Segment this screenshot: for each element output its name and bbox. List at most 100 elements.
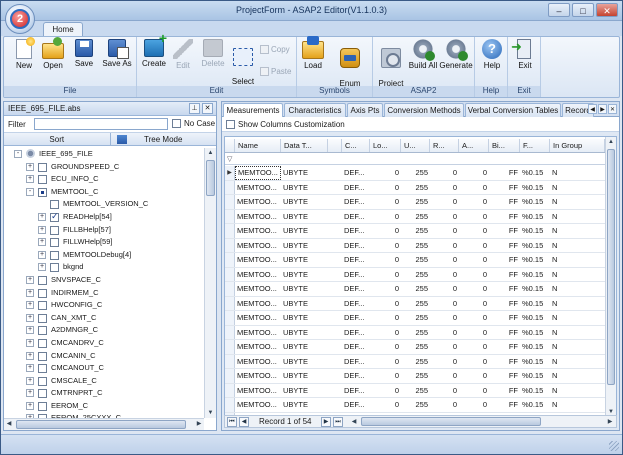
expand-icon[interactable]: +: [38, 238, 46, 247]
no-case-checkbox[interactable]: No Case: [172, 119, 215, 128]
table-cell[interactable]: DEF...: [342, 326, 370, 340]
table-cell[interactable]: 255: [401, 224, 430, 238]
table-cell[interactable]: FF: [489, 224, 520, 238]
table-cell[interactable]: N: [550, 369, 605, 383]
table-row[interactable]: MEMTOO... UBYTE DEF... 0 255 0 0 FF %0.15 N: [225, 253, 605, 268]
table-cell[interactable]: 255: [401, 282, 430, 296]
table-cell[interactable]: MEMTOO...: [235, 210, 281, 224]
scroll-up-icon[interactable]: ▲: [205, 148, 216, 158]
table-cell[interactable]: UBYTE: [281, 340, 328, 354]
table-cell[interactable]: 0: [459, 340, 489, 354]
scroll-right-icon[interactable]: ▶: [194, 419, 204, 430]
table-cell[interactable]: N: [550, 253, 605, 267]
node-checkbox[interactable]: [38, 389, 47, 399]
table-cell[interactable]: FF: [489, 282, 520, 296]
table-cell[interactable]: 0: [430, 282, 459, 296]
table-cell[interactable]: FF: [489, 268, 520, 282]
expand-icon[interactable]: +: [38, 212, 46, 221]
table-cell[interactable]: DEF...: [342, 311, 370, 325]
table-cell[interactable]: FF: [489, 355, 520, 369]
tree-node[interactable]: + GROUNDSPEED_C: [4, 161, 204, 174]
node-checkbox[interactable]: [50, 200, 59, 210]
table-cell[interactable]: %0.15: [520, 311, 550, 325]
table-cell[interactable]: [328, 297, 342, 311]
tab-axis-pts[interactable]: Axis Pts: [347, 103, 383, 117]
table-cell[interactable]: 0: [370, 340, 401, 354]
tab-home[interactable]: Home: [43, 22, 83, 37]
tree-vertical-scrollbar[interactable]: ▲ ▼: [204, 148, 216, 418]
row-selector[interactable]: [225, 383, 235, 397]
node-checkbox[interactable]: [50, 238, 59, 248]
table-cell[interactable]: 0: [370, 355, 401, 369]
table-cell[interactable]: UBYTE: [281, 355, 328, 369]
table-cell[interactable]: 255: [401, 369, 430, 383]
pin-icon[interactable]: ⊥: [189, 103, 200, 114]
expand-icon[interactable]: +: [26, 351, 34, 360]
tree-node[interactable]: + INDIRMEM_C: [4, 287, 204, 300]
table-cell[interactable]: 0: [370, 311, 401, 325]
table-cell[interactable]: DEF...: [342, 268, 370, 282]
first-record-icon[interactable]: ⏮: [227, 417, 237, 427]
expand-icon[interactable]: +: [26, 338, 34, 347]
table-cell[interactable]: UBYTE: [281, 224, 328, 238]
node-checkbox[interactable]: [38, 326, 47, 336]
tree-node[interactable]: + ECU_INFO_C: [4, 173, 204, 186]
table-cell[interactable]: FF: [489, 210, 520, 224]
table-row[interactable]: MEMTOO... UBYTE DEF... 0 255 0 0 FF %0.15 N: [225, 340, 605, 355]
tree-node[interactable]: + SNVSPACE_C: [4, 274, 204, 287]
new-button[interactable]: New: [10, 37, 38, 70]
table-cell[interactable]: 0: [430, 210, 459, 224]
table-cell[interactable]: 255: [401, 326, 430, 340]
expand-icon[interactable]: +: [26, 364, 34, 373]
table-cell[interactable]: 255: [401, 253, 430, 267]
table-cell[interactable]: [328, 195, 342, 209]
table-cell[interactable]: [328, 311, 342, 325]
collapse-icon[interactable]: -: [26, 187, 34, 196]
tree-node[interactable]: + A2DMNGR_C: [4, 324, 204, 337]
save-button[interactable]: Save: [70, 39, 98, 68]
node-checkbox[interactable]: [38, 338, 47, 348]
table-cell[interactable]: FF: [489, 340, 520, 354]
column-header[interactable]: U...: [401, 139, 430, 152]
table-cell[interactable]: 0: [459, 195, 489, 209]
load-button[interactable]: Load: [299, 36, 327, 70]
row-selector[interactable]: [225, 311, 235, 325]
table-cell[interactable]: MEMTOO...: [235, 268, 281, 282]
table-cell[interactable]: [328, 384, 342, 398]
table-cell[interactable]: N: [550, 210, 605, 224]
table-cell[interactable]: DEF...: [342, 369, 370, 383]
table-cell[interactable]: 0: [430, 398, 459, 412]
table-cell[interactable]: %0.15: [520, 369, 550, 383]
table-cell[interactable]: N: [550, 384, 605, 398]
table-cell[interactable]: 0: [370, 253, 401, 267]
table-cell[interactable]: 255: [401, 166, 430, 180]
node-checkbox[interactable]: [38, 376, 47, 386]
help-button[interactable]: ? Help: [478, 39, 506, 70]
grid-horizontal-scrollbar[interactable]: ◀ ▶: [349, 417, 615, 427]
table-cell[interactable]: 0: [370, 326, 401, 340]
table-cell[interactable]: N: [550, 166, 605, 180]
save-as-button[interactable]: Save As: [100, 39, 134, 68]
table-cell[interactable]: DEF...: [342, 224, 370, 238]
row-selector[interactable]: [225, 398, 235, 412]
table-row[interactable]: MEMTOO... UBYTE DEF... 0 255 0 0 FF %0.15 N: [225, 238, 605, 253]
table-cell[interactable]: MEMTOO...: [235, 340, 281, 354]
expand-icon[interactable]: +: [26, 162, 34, 171]
table-cell[interactable]: UBYTE: [281, 369, 328, 383]
table-cell[interactable]: %0.15: [520, 224, 550, 238]
table-cell[interactable]: %0.15: [520, 166, 550, 180]
table-cell[interactable]: UBYTE: [281, 398, 328, 412]
table-cell[interactable]: 0: [370, 195, 401, 209]
table-cell[interactable]: 0: [459, 181, 489, 195]
filter-input[interactable]: [34, 118, 168, 130]
tab-measurements[interactable]: Measurements: [223, 103, 283, 118]
node-checkbox[interactable]: [38, 175, 47, 185]
table-row[interactable]: MEMTOO... UBYTE DEF... 0 255 0 0 FF %0.15 N: [225, 209, 605, 224]
table-cell[interactable]: MEMTOO...: [235, 398, 281, 412]
node-checkbox[interactable]: [38, 401, 47, 411]
table-cell[interactable]: 0: [430, 384, 459, 398]
table-cell[interactable]: UBYTE: [281, 166, 328, 180]
table-cell[interactable]: UBYTE: [281, 268, 328, 282]
node-checkbox[interactable]: [38, 364, 47, 374]
paste-button[interactable]: Paste: [260, 67, 291, 76]
